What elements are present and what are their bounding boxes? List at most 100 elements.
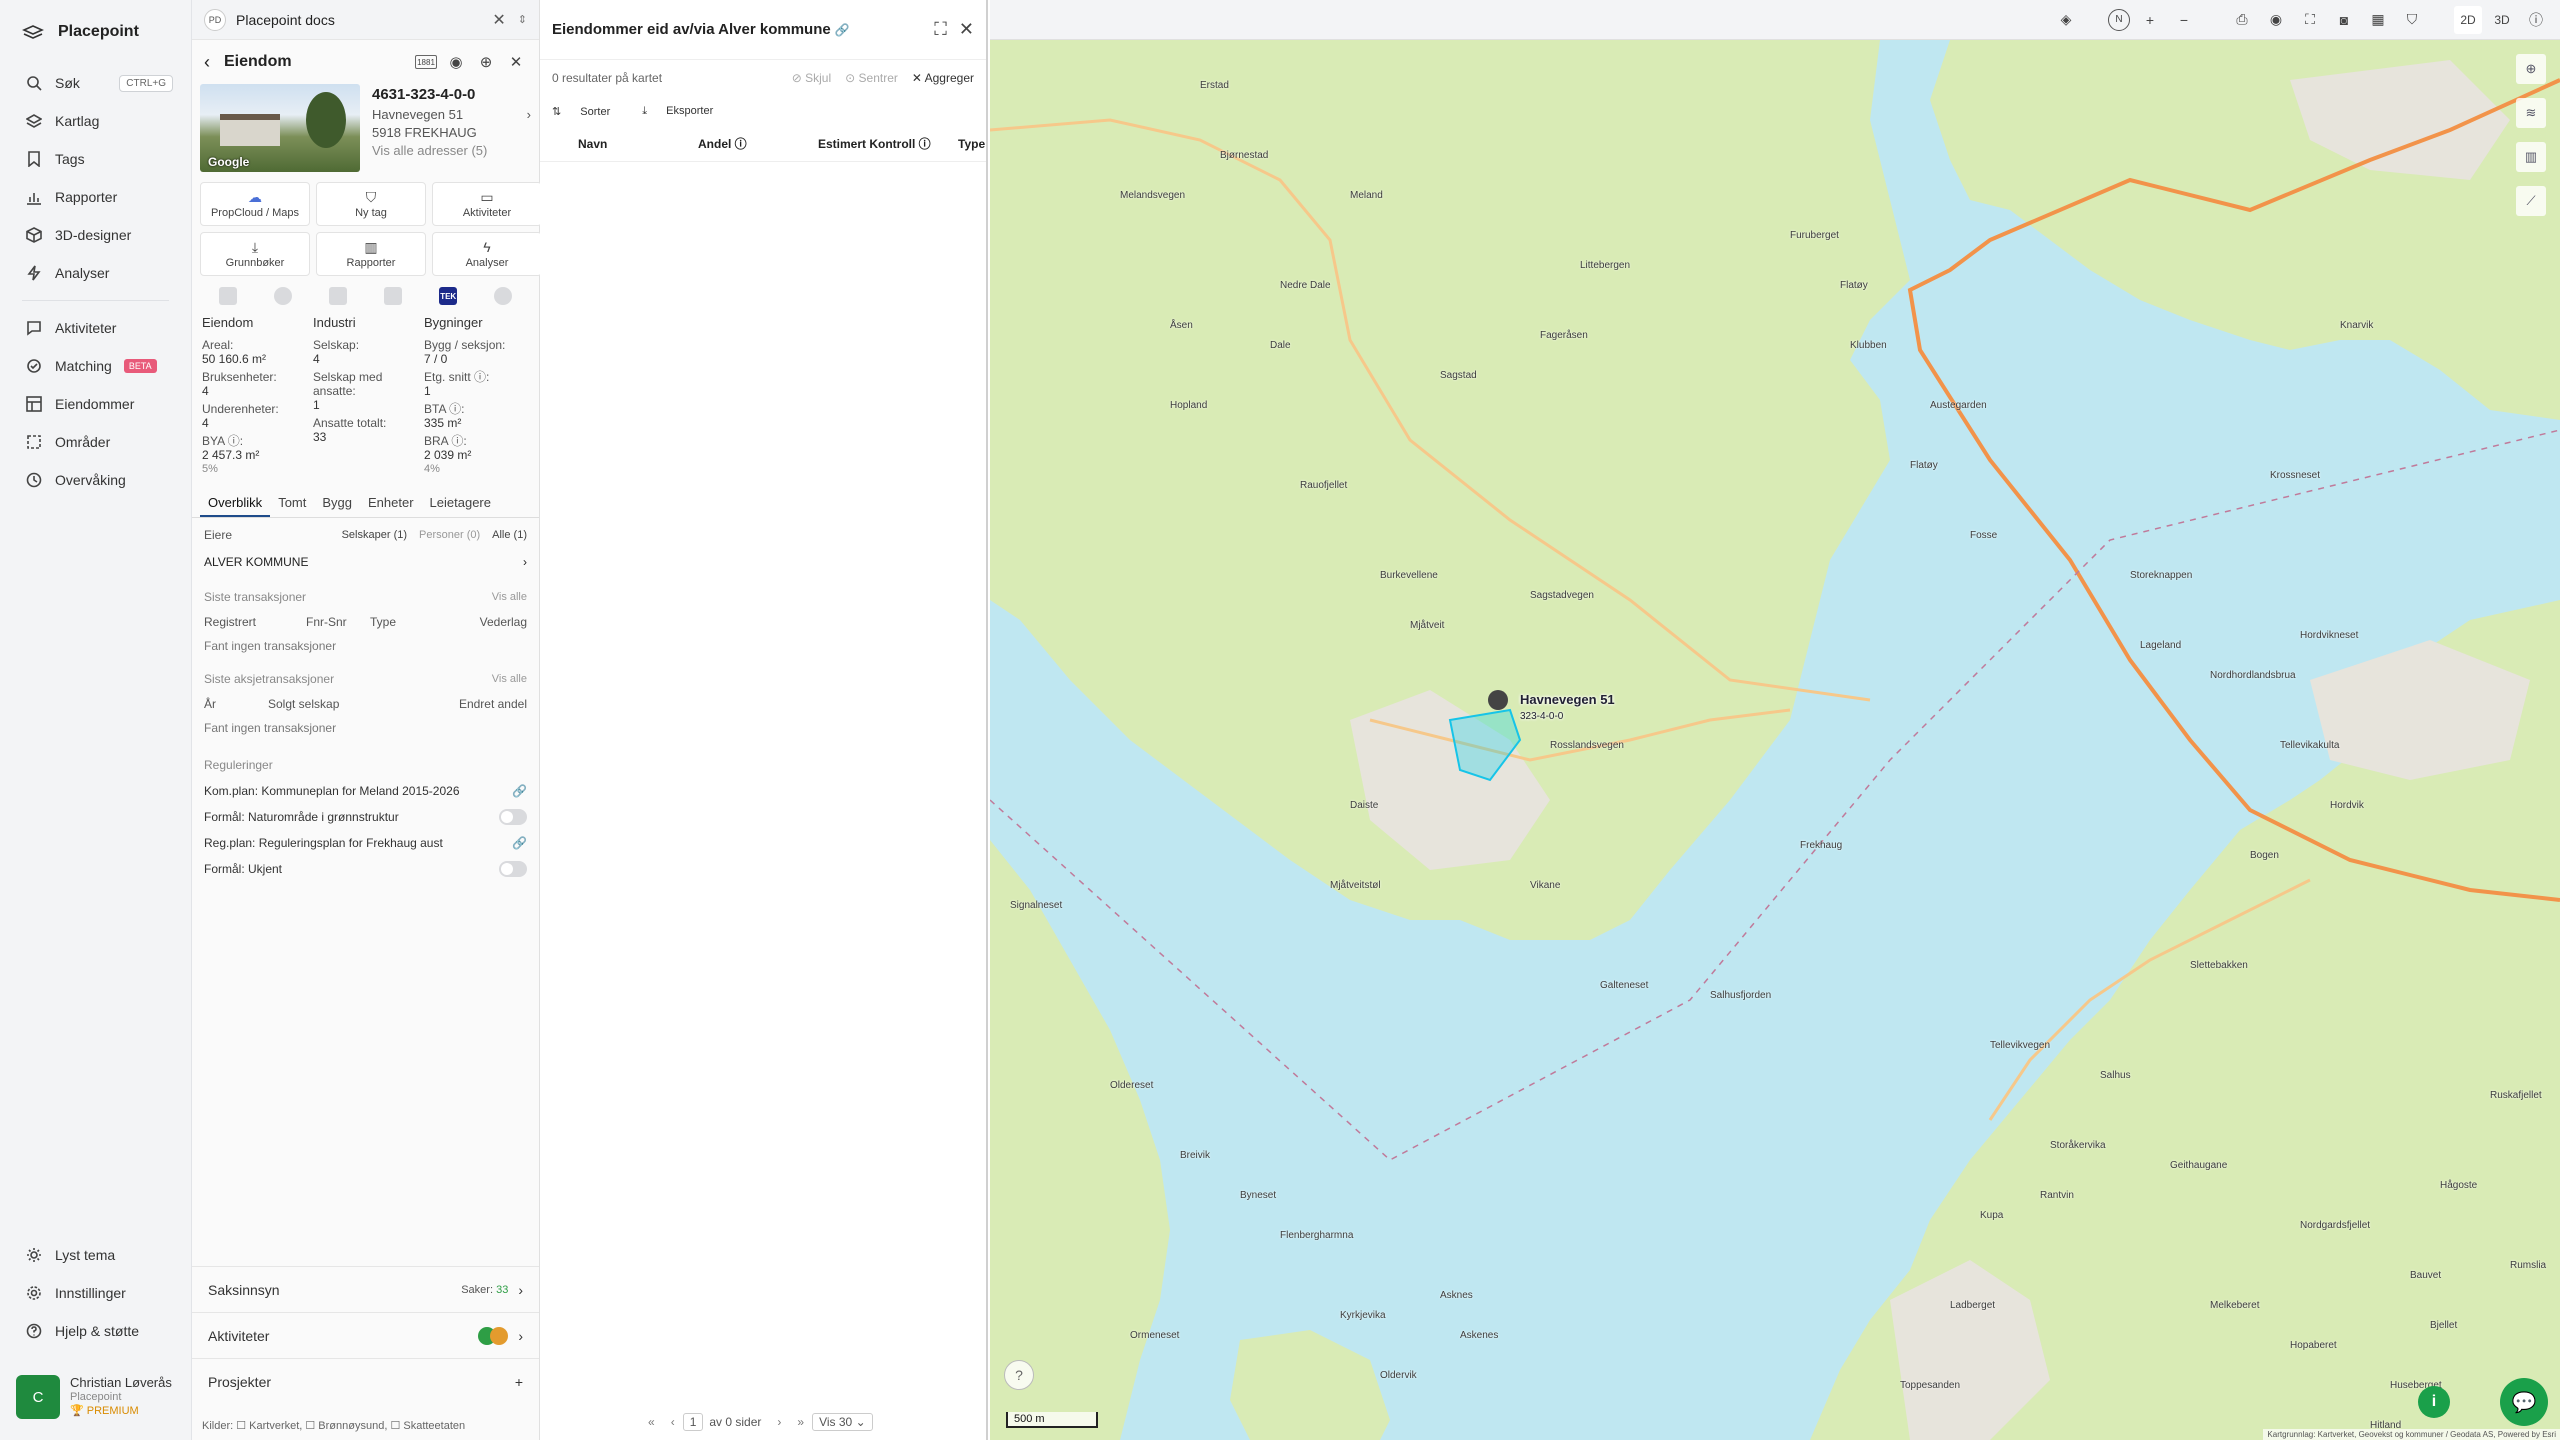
source-icon-4[interactable] [384,287,403,305]
measure-icon[interactable]: ⟋ [2516,186,2546,216]
filter-persons[interactable]: Personer (0) [419,529,480,541]
show-all-link[interactable]: Vis alle [492,673,527,685]
nav-item-monitoring[interactable]: Overvåking [0,461,191,499]
propcloud-button[interactable]: ☁ PropCloud / Maps [200,182,310,226]
expand-icon[interactable]: ⇕ [518,13,527,26]
source-icon-2[interactable] [273,287,292,305]
regulation-toggle[interactable] [499,809,527,825]
info-icon[interactable]: ⓘ [2522,6,2550,34]
tab-plot[interactable]: Tomt [270,488,314,517]
col-name[interactable]: Navn [578,137,698,151]
doc-tab[interactable]: PD Placepoint docs ✕ ⇕ [192,0,539,40]
close-icon[interactable]: ✕ [959,19,974,40]
zoom-in-icon[interactable]: + [2136,6,2164,34]
street-view-photo[interactable]: Google [200,84,360,172]
aggregate-button[interactable]: ✕ Aggreger [912,71,974,85]
add-circle-icon[interactable]: ⊕ [475,51,497,73]
chat-button[interactable]: 💬 [2500,1378,2548,1426]
nav-item-search[interactable]: Søk CTRL+G [0,64,191,102]
fullscreen-icon[interactable]: ⛶ [2296,6,2324,34]
link-icon[interactable]: 🔗 [512,836,527,850]
nav-item-layers[interactable]: Kartlag [0,102,191,140]
tab-units[interactable]: Enheter [360,488,422,517]
view-3d-button[interactable]: 3D [2488,6,2516,34]
nav-item-3d-designer[interactable]: 3D-designer [0,216,191,254]
layers-icon[interactable]: ≋ [2516,98,2546,128]
brand[interactable]: Placepoint [0,0,191,64]
col-estimated-control[interactable]: Estimert Kontroll ⓘ [818,135,958,152]
hide-button[interactable]: ⊘ Skjul [792,71,831,85]
nav-item-areas[interactable]: Områder [0,423,191,461]
nav-item-properties[interactable]: Eiendommer [0,385,191,423]
grid-view-icon[interactable]: ▦ [2364,6,2392,34]
new-tag-button[interactable]: ⛉ Ny tag [316,182,426,226]
page-input[interactable]: 1 [682,1413,704,1431]
close-icon[interactable]: ✕ [505,51,527,73]
activities-row[interactable]: Aktiviteter › [192,1312,539,1358]
nav-item-tags[interactable]: Tags [0,140,191,178]
all-addresses-link[interactable]: Vis alle adresser (5) [372,142,531,160]
tab-tenants[interactable]: Leietagere [422,488,499,517]
projects-row[interactable]: Prosjekter + [192,1358,539,1404]
sort-button[interactable]: ⇅ Sorter [552,105,626,118]
map-place-label: Klubben [1850,340,1887,351]
tab-overview[interactable]: Overblikk [200,488,271,517]
export-button[interactable]: ⤓ Eksporter [642,105,729,118]
map-help-icon[interactable]: ? [1004,1360,1034,1390]
filter-all[interactable]: Alle (1) [492,529,527,541]
1881-badge[interactable]: 1881 [415,55,437,69]
view-2d-button[interactable]: 2D [2454,5,2482,34]
user-profile[interactable]: C Christian Løverås Placepoint 🏆 PREMIUM [16,1372,184,1422]
link-icon[interactable]: 🔗 [835,23,850,37]
bookmark-icon[interactable]: ⛉ [2398,6,2426,34]
case-access-row[interactable]: Saksinnsyn Saker: 33 › [192,1266,539,1312]
link-icon[interactable]: 🔗 [512,784,527,798]
fullscreen-icon[interactable]: ⛶ [934,19,947,40]
per-page-select[interactable]: Vis 30 ⌄ [812,1413,873,1431]
nav-item-light-theme[interactable]: Lyst tema [0,1236,191,1274]
globe-icon[interactable]: ⊕ [2516,54,2546,84]
activities-button[interactable]: ▭ Aktiviteter [432,182,542,226]
back-icon[interactable]: ‹ [204,52,210,73]
compass-icon[interactable]: N [2108,8,2130,31]
nav-item-matching[interactable]: Matching BETA [0,347,191,385]
source-icon-6[interactable] [494,287,513,305]
property-address[interactable]: Havnevegen 51 › [372,106,531,124]
info-button[interactable]: i [2418,1386,2450,1418]
show-all-link[interactable]: Vis alle [492,591,527,603]
source-icon-1[interactable] [218,287,237,305]
close-icon[interactable]: ✕ [492,10,505,30]
nav-item-settings[interactable]: Innstillinger [0,1274,191,1312]
land-registry-button[interactable]: ⤓ Grunnbøker [200,232,310,276]
last-page-icon[interactable]: » [797,1415,804,1429]
plus-icon[interactable]: + [515,1374,523,1390]
center-button[interactable]: ⊙ Sentrer [845,71,898,85]
camera-icon[interactable]: ◙ [2330,6,2358,34]
nav-item-activities[interactable]: Aktiviteter [0,309,191,347]
col-share[interactable]: Andel ⓘ [698,135,818,152]
nav-item-help[interactable]: Hjelp & støtte [0,1312,191,1350]
eye-icon[interactable]: ◉ [445,51,467,73]
filter-companies[interactable]: Selskaper (1) [342,529,407,541]
source-icon-3[interactable] [328,287,347,305]
col-type[interactable]: Type [958,137,985,151]
next-page-icon[interactable]: › [777,1415,781,1429]
tek-icon[interactable]: TEK [439,287,458,305]
tab-buildings[interactable]: Bygg [314,488,360,517]
eye-icon[interactable]: ◉ [2262,6,2290,34]
print-icon[interactable]: ⎙ [2228,6,2256,34]
analyses-button[interactable]: ϟ Analyser [432,232,542,276]
nav-item-reports[interactable]: Rapporter [0,178,191,216]
map-canvas[interactable]: Havnevegen 51 323-4-0-0 Erstad Melandsvege… [990,40,2560,1440]
layers-toggle-icon[interactable]: ◈ [2052,6,2080,34]
brand-name: Placepoint [58,23,139,40]
nav-item-analyses[interactable]: Analyser [0,254,191,292]
first-page-icon[interactable]: « [648,1415,655,1429]
zoom-out-icon[interactable]: − [2170,6,2198,34]
regulation-toggle[interactable] [499,861,527,877]
reports-button[interactable]: ▥ Rapporter [316,232,426,276]
chart-icon[interactable]: ▥ [2516,142,2546,172]
owner-row[interactable]: ALVER KOMMUNE › [192,548,539,576]
map-place-label: Storåkervika [2050,1140,2106,1151]
prev-page-icon[interactable]: ‹ [671,1415,675,1429]
